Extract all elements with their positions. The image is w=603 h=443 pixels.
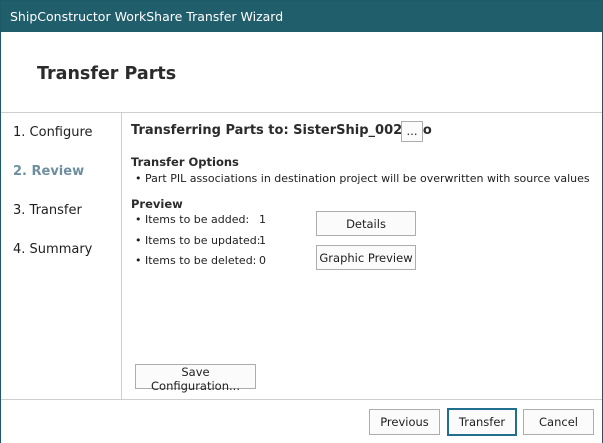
- graphic-preview-button[interactable]: Graphic Preview: [316, 245, 416, 270]
- preview-deleted-label: • Items to be deleted:: [135, 254, 257, 267]
- step-review[interactable]: 2. Review: [13, 164, 84, 179]
- step-summary[interactable]: 4. Summary: [13, 242, 92, 257]
- title-bar: ShipConstructor WorkShare Transfer Wizar…: [1, 1, 602, 32]
- review-panel: Transferring Parts to: SisterShip_002.pr…: [122, 113, 602, 399]
- cancel-button[interactable]: Cancel: [523, 409, 594, 435]
- previous-button[interactable]: Previous: [369, 409, 440, 435]
- details-button[interactable]: Details: [316, 211, 416, 236]
- wizard-header: Transfer Parts: [1, 32, 602, 113]
- step-list: 1. Configure 2. Review 3. Transfer 4. Su…: [1, 113, 122, 399]
- transfer-option-item: • Part PIL associations in destination p…: [135, 172, 590, 185]
- wizard-footer: Previous Transfer Cancel: [1, 399, 602, 443]
- step-transfer[interactable]: 3. Transfer: [13, 203, 82, 218]
- window-title: ShipConstructor WorkShare Transfer Wizar…: [10, 9, 284, 24]
- step-configure[interactable]: 1. Configure: [13, 125, 93, 140]
- preview-title: Preview: [131, 197, 183, 211]
- browse-destination-button[interactable]: ...: [401, 121, 423, 142]
- destination-heading: Transferring Parts to: SisterShip_002.pr…: [131, 123, 432, 138]
- preview-added-label: • Items to be added:: [135, 213, 250, 226]
- preview-added-value: 1: [259, 213, 266, 226]
- preview-updated-label: • Items to be updated:: [135, 234, 261, 247]
- page-title: Transfer Parts: [37, 64, 177, 84]
- wizard-window: ShipConstructor WorkShare Transfer Wizar…: [0, 0, 603, 443]
- transfer-button[interactable]: Transfer: [447, 408, 517, 436]
- preview-deleted-value: 0: [259, 254, 266, 267]
- preview-updated-value: 1: [259, 234, 266, 247]
- transfer-options-title: Transfer Options: [131, 155, 239, 169]
- save-configuration-button[interactable]: Save Configuration...: [135, 364, 256, 393]
